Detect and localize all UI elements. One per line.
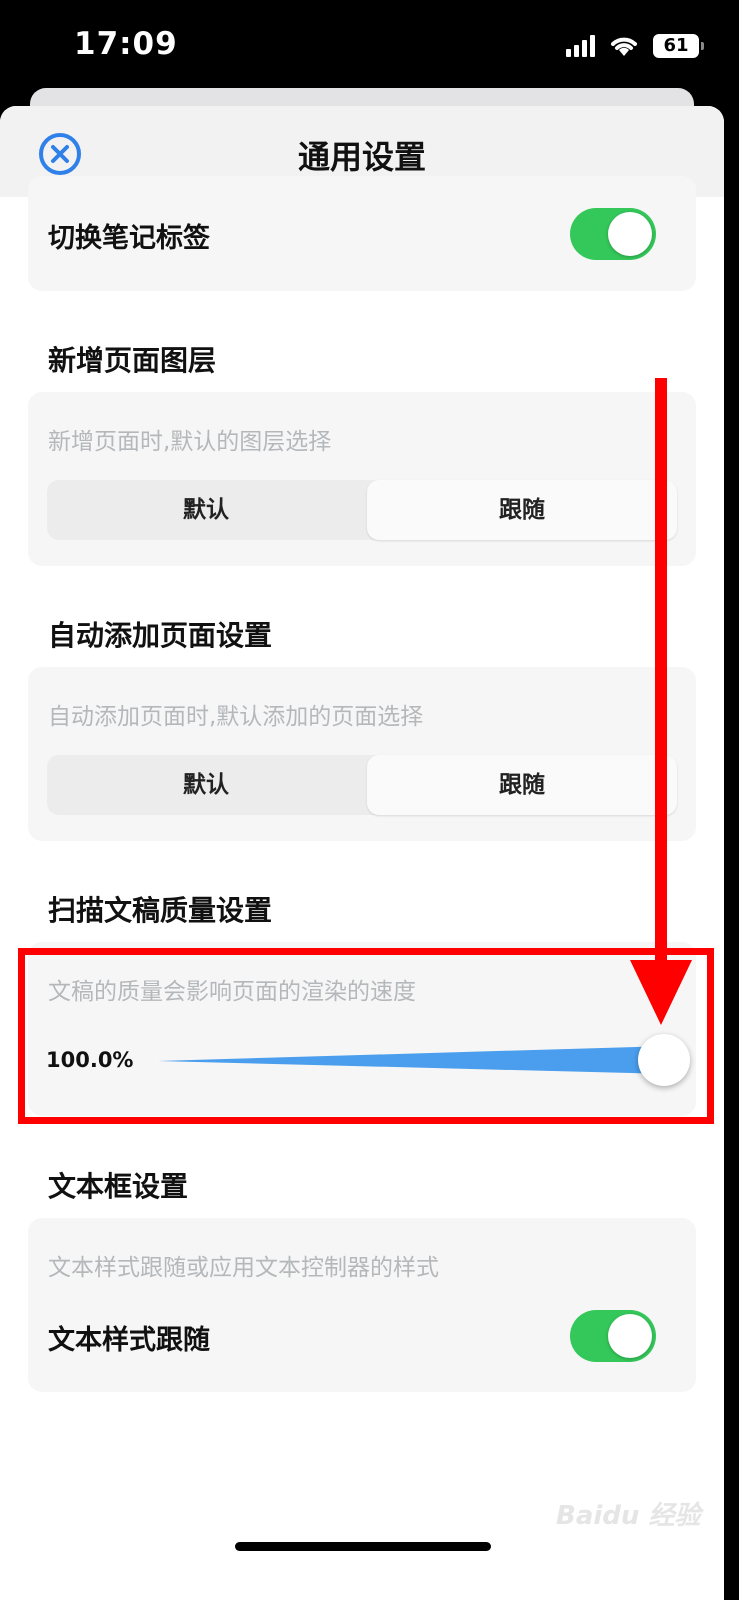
status-time: 17:09 bbox=[74, 26, 178, 62]
segment-follow[interactable]: 跟随 bbox=[367, 480, 677, 540]
auto-add-page-hint: 自动添加页面时,默认添加的页面选择 bbox=[48, 704, 424, 730]
textbox-style-follow-toggle[interactable] bbox=[570, 1310, 656, 1362]
switch-note-tags-label: 切换笔记标签 bbox=[48, 223, 210, 254]
watermark: Baidu 经验 bbox=[556, 1501, 701, 1531]
annotation-arrow-line bbox=[655, 378, 667, 978]
textbox-hint: 文本样式跟随或应用文本控制器的样式 bbox=[48, 1255, 439, 1281]
page-title: 通用设置 bbox=[297, 138, 426, 176]
auto-add-page-segmented-control: 默认 跟随 bbox=[47, 755, 677, 815]
new-page-layer-title: 新增页面图层 bbox=[48, 344, 217, 377]
toggle-knob bbox=[608, 1314, 652, 1358]
auto-add-page-card: 自动添加页面时,默认添加的页面选择 默认 跟随 bbox=[28, 667, 696, 841]
screen-edge bbox=[724, 106, 739, 1600]
home-indicator bbox=[235, 1542, 491, 1551]
battery-icon: 61 bbox=[653, 34, 704, 58]
scan-quality-title: 扫描文稿质量设置 bbox=[48, 894, 273, 927]
segment-default[interactable]: 默认 bbox=[47, 480, 365, 540]
switch-note-tags-toggle[interactable] bbox=[570, 208, 656, 260]
segment-follow[interactable]: 跟随 bbox=[367, 755, 677, 815]
toggle-knob bbox=[608, 212, 652, 256]
signal-icon bbox=[566, 35, 595, 57]
textbox-settings-card: 文本样式跟随或应用文本控制器的样式 文本样式跟随 bbox=[28, 1218, 696, 1392]
textbox-style-follow-label: 文本样式跟随 bbox=[48, 1325, 210, 1356]
new-page-layer-card: 新增页面时,默认的图层选择 默认 跟随 bbox=[28, 392, 696, 566]
settings-sheet: 通用设置 切换笔记标签 新增页面图层 新增页面时,默认的图层选择 默认 跟随 自… bbox=[0, 106, 724, 1600]
switch-note-tags-card: 切换笔记标签 bbox=[28, 176, 696, 291]
segment-default[interactable]: 默认 bbox=[47, 755, 365, 815]
status-icons: 61 bbox=[566, 34, 704, 58]
textbox-settings-title: 文本框设置 bbox=[48, 1170, 189, 1203]
new-page-layer-hint: 新增页面时,默认的图层选择 bbox=[48, 429, 332, 455]
new-page-layer-segmented-control: 默认 跟随 bbox=[47, 480, 677, 540]
status-bar: 17:09 61 bbox=[0, 0, 739, 100]
wifi-icon bbox=[611, 37, 637, 56]
auto-add-page-title: 自动添加页面设置 bbox=[48, 619, 273, 652]
annotation-highlight-box bbox=[18, 948, 714, 1124]
